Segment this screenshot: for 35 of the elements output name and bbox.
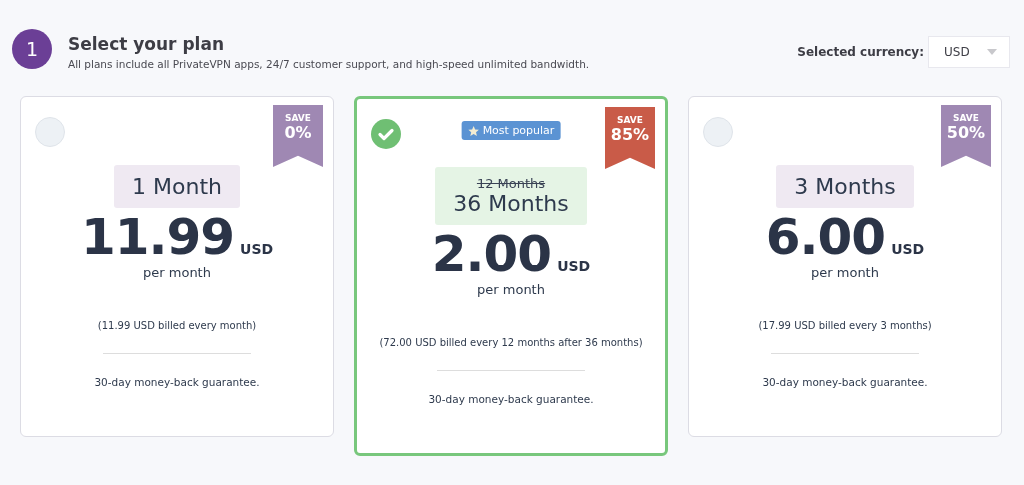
step-subtitle: All plans include all PrivateVPN apps, 24/7 customer support, and high-speed unlimited bandwidth.: [68, 58, 590, 70]
price-amount: 11.99: [80, 210, 235, 265]
save-ribbon: SAVE 50%: [941, 105, 991, 167]
period-box: 1 Month: [114, 165, 240, 208]
radio-button[interactable]: [703, 117, 733, 147]
price-currency: USD: [891, 241, 925, 257]
step-number: 1: [12, 29, 52, 69]
period-box: 12 Months 36 Months: [435, 167, 587, 225]
billing-note: (17.99 USD billed every 3 months): [758, 320, 932, 331]
billing-note: (72.00 USD billed every 12 months after 36 months): [379, 337, 643, 348]
plan-card[interactable]: SAVE 0% 1 Month 11.99 USD per month (11.99 USD billed every month) 30-day money-back guarantee.: [20, 96, 334, 437]
guarantee-text: 30-day money-back guarantee.: [762, 376, 928, 388]
radio-button[interactable]: [35, 117, 65, 147]
caret-icon: [987, 49, 997, 55]
step-title: Select your plan: [68, 34, 225, 54]
price-amount: 6.00: [765, 210, 886, 265]
per-month-label: per month: [143, 265, 211, 280]
popular-badge: Most popular: [461, 121, 561, 140]
plan-card[interactable]: SAVE 50% 3 Months 6.00 USD per month (17.99 USD billed every 3 months) 30-day money-back guarantee.: [688, 96, 1002, 437]
save-ribbon: SAVE 85%: [605, 107, 655, 169]
save-ribbon: SAVE 0%: [273, 105, 323, 167]
price-currency: USD: [557, 258, 591, 274]
per-month-label: per month: [477, 282, 545, 297]
plan-card[interactable]: Most popular SAVE 85% 12 Months 36 Months 2.00 USD per month (72.00 USD billed every 12 months after 36 months) 30-day money-back guarantee.: [354, 96, 668, 456]
star-icon: [467, 124, 480, 137]
per-month-label: per month: [811, 265, 879, 280]
price-amount: 2.00: [431, 227, 552, 282]
check-icon[interactable]: [371, 119, 401, 149]
period-box: 3 Months: [776, 165, 914, 208]
billing-note: (11.99 USD billed every month): [97, 320, 257, 331]
guarantee-text: 30-day money-back guarantee.: [94, 376, 260, 388]
guarantee-text: 30-day money-back guarantee.: [428, 393, 594, 405]
currency-label: Selected currency:: [797, 45, 924, 59]
currency-select[interactable]: USD: [928, 36, 1010, 68]
price-currency: USD: [240, 241, 274, 257]
